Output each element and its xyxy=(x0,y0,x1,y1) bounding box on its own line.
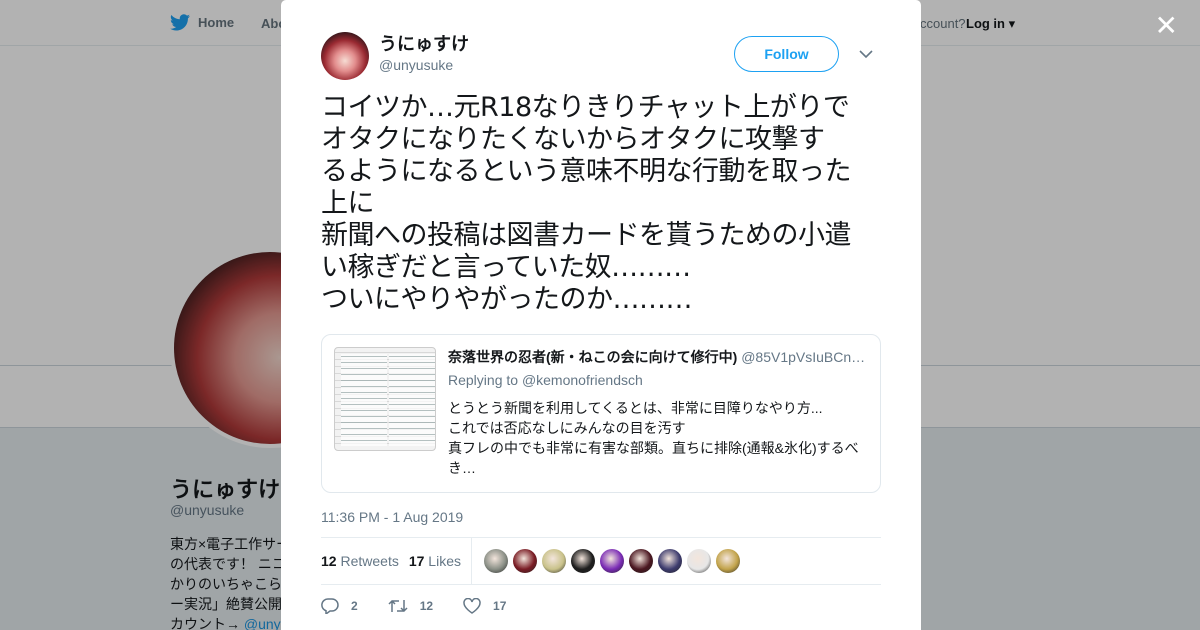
quoted-tweet[interactable]: 奈落世界の忍者(新・ねこの会に向けて修行中) @85V1pVsIuBCn… Re… xyxy=(321,334,881,493)
quoted-tweet-header: 奈落世界の忍者(新・ねこの会に向けて修行中) @85V1pVsIuBCn… xyxy=(448,347,866,367)
retweets-stat[interactable]: 12 Retweets xyxy=(321,553,399,569)
tweet-timestamp[interactable]: 11:36 PM - 1 Aug 2019 xyxy=(321,507,881,537)
replying-to-prefix: Replying to xyxy=(448,372,522,388)
retweet-count: 12 xyxy=(419,599,434,613)
likes-stat[interactable]: 17 Likes xyxy=(409,553,461,569)
author-names: うにゅすけ @unyusuke xyxy=(379,32,469,74)
author-display-name[interactable]: うにゅすけ xyxy=(379,32,469,56)
quoted-tweet-body: 奈落世界の忍者(新・ねこの会に向けて修行中) @85V1pVsIuBCn… Re… xyxy=(448,347,866,480)
like-count: 17 xyxy=(493,599,507,613)
tweet-stats: 12 Retweets 17 Likes xyxy=(321,537,881,585)
quoted-tweet-image[interactable] xyxy=(334,347,436,451)
liker-avatar[interactable] xyxy=(541,549,566,573)
quoted-tweet-text: とうとう新聞を利用してくるとは、非常に目障りなやり方... これでは否応なしにみ… xyxy=(448,400,859,476)
reply-icon xyxy=(321,598,339,614)
liker-avatar[interactable] xyxy=(686,549,711,573)
more-options-chevron-icon[interactable] xyxy=(851,36,881,72)
tweet-text: コイツか…元R18なりきりチャット上がりで オタクになりたくないからオタクに攻撃… xyxy=(321,92,852,315)
likes-label: Likes xyxy=(428,553,461,569)
retweet-button[interactable]: 12 xyxy=(388,598,433,614)
quoted-author-handle: @85V1pVsIuBCn… xyxy=(741,349,866,365)
retweet-icon xyxy=(388,599,408,613)
liker-avatar[interactable] xyxy=(715,549,740,573)
follow-button[interactable]: Follow xyxy=(734,36,839,72)
liker-avatar[interactable] xyxy=(570,549,595,573)
replying-to-handle: @kemonofriendsch xyxy=(521,372,643,388)
quoted-author-name: 奈落世界の忍者(新・ねこの会に向けて修行中) xyxy=(448,349,738,365)
liker-avatar[interactable] xyxy=(657,549,682,573)
reply-count: 2 xyxy=(351,599,358,613)
stats-divider xyxy=(470,537,472,585)
like-button[interactable]: 17 xyxy=(463,598,506,614)
liker-avatars xyxy=(483,549,740,573)
reply-button[interactable]: 2 xyxy=(321,598,358,614)
retweets-count: 12 xyxy=(321,553,337,569)
tweet-actions: 2 12 17 xyxy=(321,585,881,627)
liker-avatar[interactable] xyxy=(483,549,508,573)
author-screen-name[interactable]: @unyusuke xyxy=(379,56,469,74)
tweet-modal: うにゅすけ @unyusuke Follow コイツか…元R18なりきりチャット… xyxy=(281,0,921,630)
liker-avatar[interactable] xyxy=(628,549,653,573)
retweets-label: Retweets xyxy=(340,553,399,569)
avatar[interactable] xyxy=(321,32,369,80)
liker-avatar[interactable] xyxy=(512,549,537,573)
likes-count: 17 xyxy=(408,553,425,569)
liker-avatar[interactable] xyxy=(599,549,624,573)
quoted-replying-to: Replying to @kemonofriendsch xyxy=(448,370,866,390)
heart-icon xyxy=(463,598,481,614)
tweet-header: うにゅすけ @unyusuke Follow xyxy=(321,32,881,80)
close-icon[interactable]: ✕ xyxy=(1155,12,1178,40)
